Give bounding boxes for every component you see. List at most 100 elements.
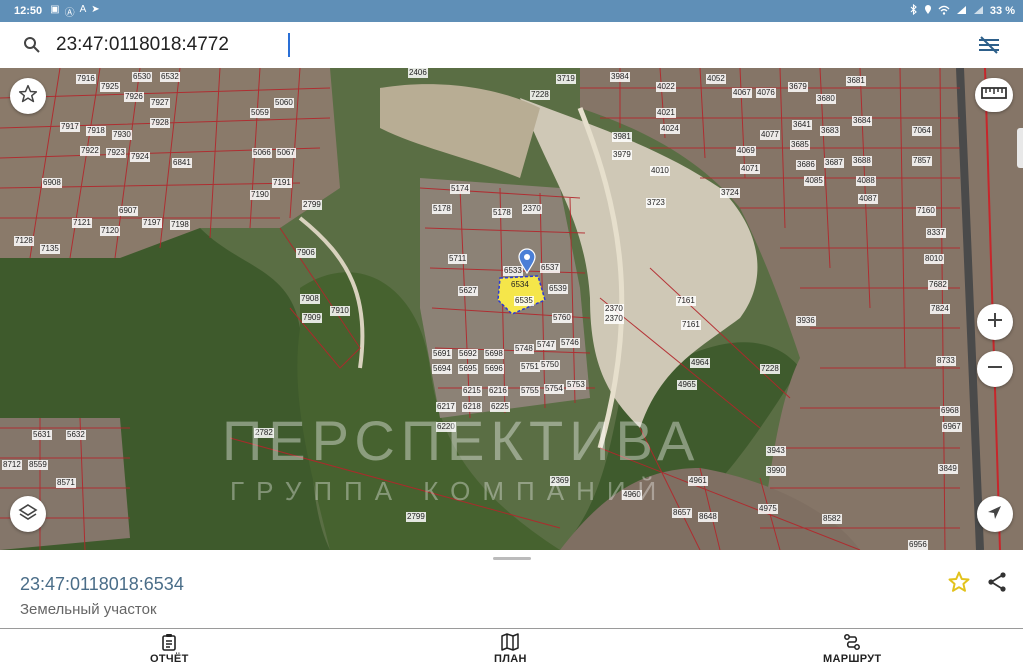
parcel-label[interactable]: 6530 (132, 72, 152, 82)
parcel-label[interactable]: 4088 (856, 176, 876, 186)
parcel-label[interactable]: 5760 (552, 313, 572, 323)
parcel-label[interactable]: 5632 (66, 430, 86, 440)
parcel-label[interactable]: 4021 (656, 108, 676, 118)
zoom-in-button[interactable] (977, 304, 1013, 340)
parcel-label[interactable]: 7918 (86, 126, 106, 136)
sheet-drag-handle[interactable] (493, 557, 531, 560)
parcel-label[interactable]: 2799 (302, 200, 322, 210)
parcel-label[interactable]: 2406 (408, 68, 428, 78)
parcel-label[interactable]: 6539 (548, 284, 568, 294)
parcel-label[interactable]: 4010 (650, 166, 670, 176)
parcel-label[interactable]: 4076 (756, 88, 776, 98)
parcel-label[interactable]: 7925 (100, 82, 120, 92)
parcel-label[interactable]: 7916 (76, 74, 96, 84)
parcel-label[interactable]: 7857 (912, 156, 932, 166)
parcel-label[interactable]: 5691 (432, 349, 452, 359)
parcel-label[interactable]: 7924 (130, 152, 150, 162)
parcel-label[interactable]: 7120 (100, 226, 120, 236)
parcel-label[interactable]: 3685 (790, 140, 810, 150)
parcel-label[interactable]: 6968 (940, 406, 960, 416)
drawer-handle[interactable] (1017, 128, 1023, 168)
parcel-label[interactable]: 3684 (852, 116, 872, 126)
parcel-label[interactable]: 7191 (272, 178, 292, 188)
ruler-button[interactable] (975, 78, 1013, 112)
parcel-label[interactable]: 3719 (556, 74, 576, 84)
parcel-label[interactable]: 4087 (858, 194, 878, 204)
parcel-label[interactable]: 5753 (566, 380, 586, 390)
parcel-label[interactable]: 5746 (560, 338, 580, 348)
location-pin-icon[interactable] (518, 248, 536, 279)
parcel-label[interactable]: 4024 (660, 124, 680, 134)
parcel-label[interactable]: 5755 (520, 386, 540, 396)
parcel-label[interactable]: 5066 (252, 148, 272, 158)
parcel-label[interactable]: 7190 (250, 190, 270, 200)
search-input[interactable] (54, 33, 298, 57)
parcel-label[interactable]: 7908 (300, 294, 320, 304)
favorite-star-icon[interactable] (947, 570, 971, 594)
parcel-label[interactable]: 6216 (488, 386, 508, 396)
parcel-label[interactable]: 5631 (32, 430, 52, 440)
parcel-label[interactable]: 5751 (520, 362, 540, 372)
parcel-label[interactable]: 5695 (458, 364, 478, 374)
search-bar[interactable] (0, 22, 1023, 69)
parcel-label[interactable]: 7135 (40, 244, 60, 254)
nav-plan[interactable]: ПЛАН (494, 633, 527, 665)
parcel-label[interactable]: 5754 (544, 384, 564, 394)
my-location-button[interactable] (977, 496, 1013, 532)
parcel-label[interactable]: 8712 (2, 460, 22, 470)
parcel-label[interactable]: 4069 (736, 146, 756, 156)
parcel-label[interactable]: 7923 (106, 148, 126, 158)
parcel-label[interactable]: 8733 (936, 356, 956, 366)
parcel-label[interactable]: 2370 (522, 204, 542, 214)
parcel-label[interactable]: 3681 (846, 76, 866, 86)
parcel-label[interactable]: 7917 (60, 122, 80, 132)
parcel-label[interactable]: 7197 (142, 218, 162, 228)
parcel-label[interactable]: 7161 (681, 320, 701, 330)
parcel-label[interactable]: 5692 (458, 349, 478, 359)
parcel-label[interactable]: 5178 (492, 208, 512, 218)
parcel-label[interactable]: 7928 (150, 118, 170, 128)
parcel-label[interactable]: 7922 (80, 146, 100, 156)
parcel-label[interactable]: 8657 (672, 508, 692, 518)
parcel-label[interactable]: 4975 (758, 504, 778, 514)
parcel-label[interactable]: 5748 (514, 344, 534, 354)
share-icon[interactable] (985, 570, 1009, 594)
zoom-out-button[interactable] (977, 351, 1013, 387)
parcel-label[interactable]: 4077 (760, 130, 780, 140)
parcel-label[interactable]: 4964 (690, 358, 710, 368)
parcel-label[interactable]: 5178 (432, 204, 452, 214)
parcel-label[interactable]: 6907 (118, 206, 138, 216)
parcel-label[interactable]: 2370 (604, 314, 624, 324)
parcel-label[interactable]: 7926 (124, 92, 144, 102)
parcel-label[interactable]: 6967 (942, 422, 962, 432)
parcel-label[interactable]: 5060 (274, 98, 294, 108)
parcel-label[interactable]: 4052 (706, 74, 726, 84)
parcel-label[interactable]: 7064 (912, 126, 932, 136)
parcel-label[interactable]: 7682 (928, 280, 948, 290)
parcel-label[interactable]: 2799 (406, 512, 426, 522)
parcel-label[interactable]: 3849 (938, 464, 958, 474)
parcel-label[interactable]: 5627 (458, 286, 478, 296)
parcel-label[interactable]: 2370 (604, 304, 624, 314)
parcel-label[interactable]: 6537 (540, 263, 560, 273)
map-view[interactable]: 7916 7925 7926 7927 7917 7918 7930 7928 7922 7923… (0, 68, 1023, 550)
parcel-label[interactable]: 3723 (646, 198, 666, 208)
parcel-label[interactable]: 5059 (250, 108, 270, 118)
parcel-label[interactable]: 6215 (462, 386, 482, 396)
parcel-label[interactable]: 3641 (792, 120, 812, 130)
parcel-label[interactable]: 3683 (820, 126, 840, 136)
parcel-label[interactable]: 8571 (56, 478, 76, 488)
parcel-label[interactable]: 6956 (908, 540, 928, 550)
parcel-label[interactable]: 5067 (276, 148, 296, 158)
parcel-label[interactable]: 5750 (540, 360, 560, 370)
parcel-label[interactable]: 3943 (766, 446, 786, 456)
parcel-label[interactable]: 5747 (536, 340, 556, 350)
layers-button[interactable] (10, 496, 46, 532)
parcel-label[interactable]: 7121 (72, 218, 92, 228)
parcel-label[interactable]: 7198 (170, 220, 190, 230)
parcel-label[interactable]: 8010 (924, 254, 944, 264)
parcel-label[interactable]: 7128 (14, 236, 34, 246)
search-icon[interactable] (22, 35, 42, 55)
parcel-label[interactable]: 7909 (302, 313, 322, 323)
parcel-label[interactable]: 3688 (852, 156, 872, 166)
